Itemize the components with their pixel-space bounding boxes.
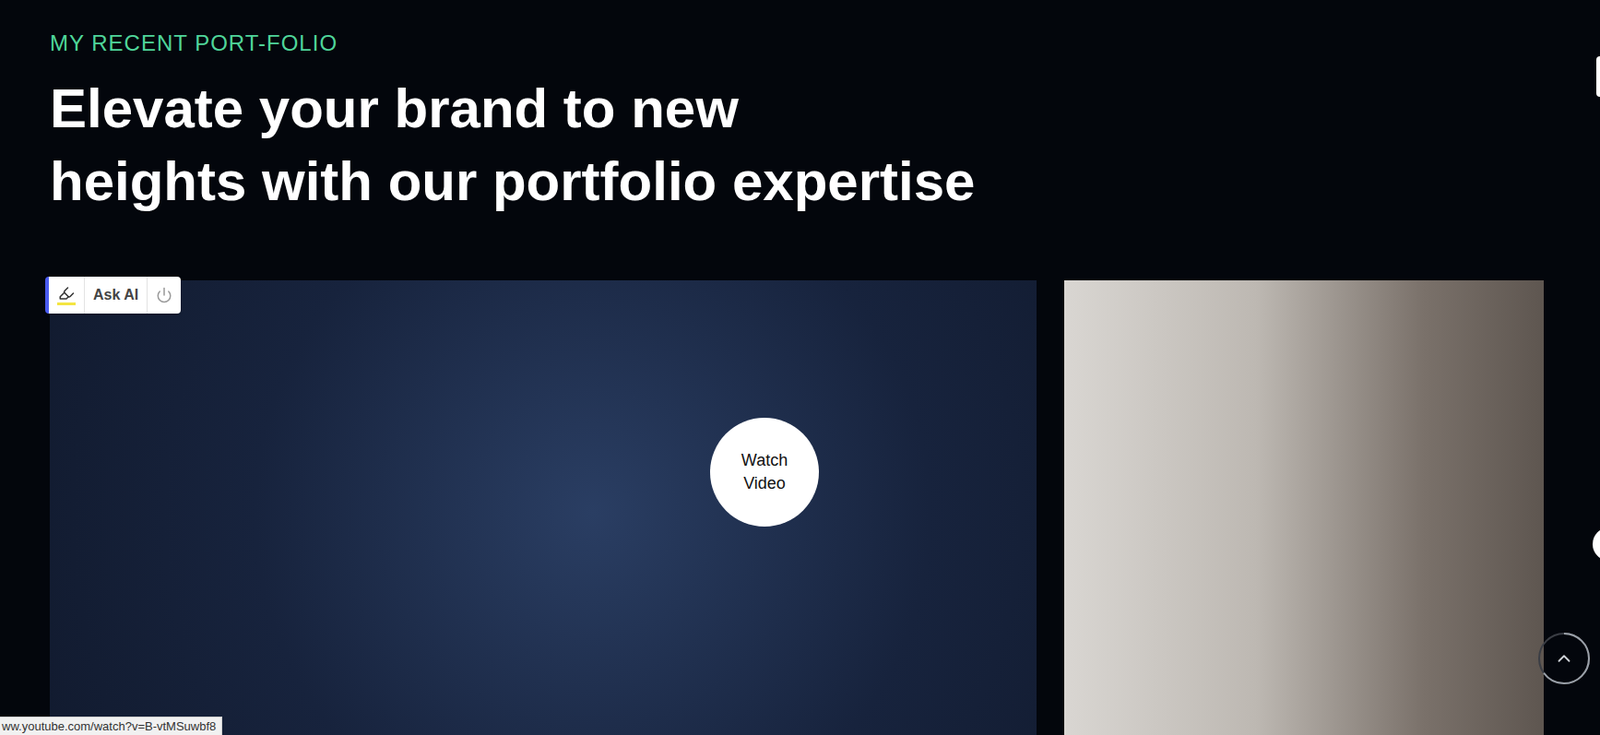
section-eyebrow: MY RECENT PORT-FOLIO bbox=[49, 29, 1600, 57]
heading-line: Elevate your brand to new bbox=[49, 71, 1600, 145]
section-heading: Elevate your brand to newheights with ou… bbox=[49, 71, 1600, 218]
status-bar: ww.youtube.com/watch?v=B-vtMSuwbf8 bbox=[0, 716, 223, 735]
watch-video-button[interactable]: Watch Video bbox=[710, 417, 819, 527]
edge-button[interactable] bbox=[1592, 527, 1600, 561]
scroll-top-button[interactable] bbox=[1537, 631, 1591, 686]
ai-toolbar: Ask AI bbox=[45, 276, 181, 314]
chevron-up-icon bbox=[1553, 648, 1575, 669]
portfolio-row: Watch VideoAsk AI bbox=[49, 280, 1600, 735]
highlight-tool[interactable] bbox=[48, 276, 85, 314]
edge-tab[interactable] bbox=[1596, 56, 1600, 97]
portfolio-card[interactable] bbox=[1064, 280, 1544, 735]
power-button[interactable] bbox=[147, 276, 181, 314]
highlighter-icon bbox=[58, 284, 75, 302]
ask-ai-button[interactable]: Ask AI bbox=[84, 276, 148, 314]
progress-ring-icon bbox=[1537, 631, 1591, 686]
portfolio-card[interactable]: Watch VideoAsk AI bbox=[49, 280, 1037, 735]
highlight-color-bar bbox=[57, 302, 76, 306]
heading-line: heights with our portfolio expertise bbox=[49, 144, 1600, 218]
portfolio-page: MY RECENT PORT-FOLIO Elevate your brand t… bbox=[0, 0, 1600, 735]
power-icon bbox=[155, 286, 173, 304]
